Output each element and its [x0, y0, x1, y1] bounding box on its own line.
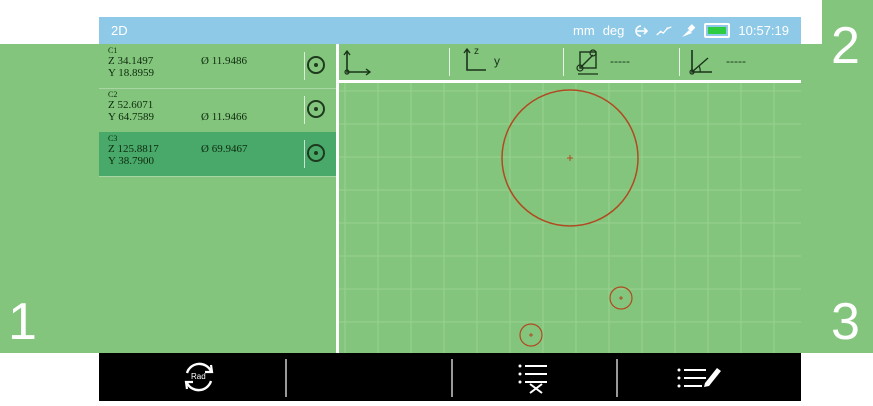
rad-label: Rad	[191, 372, 206, 381]
drawing-toolbar: z y ----- -----	[339, 44, 801, 83]
edit-list-icon	[677, 368, 721, 388]
circle-c2[interactable]	[519, 323, 543, 347]
bottom-toolbar: Rad	[99, 353, 801, 401]
axis-frame-button[interactable]: z y	[450, 44, 563, 80]
units-label: mm	[573, 23, 595, 38]
angle-unit-label: deg	[602, 23, 625, 38]
feature-y: Y 38.7900	[108, 155, 155, 167]
angle-value: -----	[726, 54, 746, 68]
circle-c3[interactable]	[501, 89, 639, 227]
circle-feature-icon[interactable]	[307, 144, 325, 162]
zone-label-3: 3	[831, 293, 860, 351]
grid	[339, 83, 801, 353]
drawing-canvas[interactable]	[339, 83, 801, 353]
list-item[interactable]: C3 Z 125.8817 Y 38.7900 Ø 69.9467	[99, 132, 337, 177]
status-bar: 2D mm deg 10:57:19	[99, 17, 801, 44]
feature-z: Z 52.6071	[108, 99, 154, 111]
mode-label: 2D	[111, 23, 128, 38]
distance-value: -----	[610, 54, 630, 68]
edit-list-button[interactable]	[619, 353, 779, 401]
clock: 10:57:19	[738, 23, 789, 38]
toolbar-separator	[451, 359, 453, 397]
feature-z: Z 125.8817	[108, 143, 159, 155]
origin-axes-icon	[343, 49, 372, 76]
login-icon	[635, 24, 649, 37]
feature-name: C3	[108, 134, 118, 143]
feature-name: C2	[108, 90, 118, 99]
angle-icon	[689, 50, 712, 75]
axis-y-label: y	[494, 54, 500, 68]
circle-feature-icon[interactable]	[307, 56, 325, 74]
drawing-svg	[339, 83, 801, 353]
row-divider	[304, 96, 305, 124]
row-divider	[304, 52, 305, 80]
rad-rotate-button[interactable]: Rad	[119, 353, 279, 401]
circle-c1[interactable]	[609, 286, 633, 310]
axis-frame-icon	[463, 47, 486, 71]
feature-name: C1	[108, 46, 118, 55]
toolbar-separator	[616, 359, 618, 397]
origin-axes-button[interactable]	[339, 44, 449, 80]
delete-list-icon	[518, 364, 547, 394]
list-item[interactable]: C1 Z 34.1497 Y 18.8959 Ø 11.9486	[99, 44, 337, 89]
empty-slot	[287, 353, 447, 401]
feature-y: Y 18.8959	[108, 67, 155, 79]
zone-label-2: 2	[831, 17, 860, 75]
distance-button[interactable]: -----	[564, 44, 679, 80]
zone-label-1: 1	[8, 293, 37, 351]
angle-button[interactable]: -----	[680, 44, 801, 80]
distance-icon	[576, 49, 598, 75]
row-divider	[304, 140, 305, 168]
probe-icon	[682, 23, 696, 37]
feature-y: Y 64.7589	[108, 111, 155, 123]
feature-diameter: Ø 11.9486	[201, 55, 248, 67]
feature-diameter: Ø 11.9466	[201, 111, 248, 123]
battery-icon	[704, 23, 731, 38]
measure-trend-icon	[656, 25, 672, 36]
delete-list-button[interactable]	[454, 353, 614, 401]
feature-list: C1 Z 34.1497 Y 18.8959 Ø 11.9486 C2 Z 52.6071…	[99, 44, 337, 353]
axis-z-label: z	[474, 46, 479, 57]
circle-feature-icon[interactable]	[307, 100, 325, 118]
list-item[interactable]: C2 Z 52.6071 Y 64.7589 Ø 11.9466	[99, 88, 337, 133]
feature-z: Z 34.1497	[108, 55, 154, 67]
feature-diameter: Ø 69.9467	[201, 143, 248, 155]
